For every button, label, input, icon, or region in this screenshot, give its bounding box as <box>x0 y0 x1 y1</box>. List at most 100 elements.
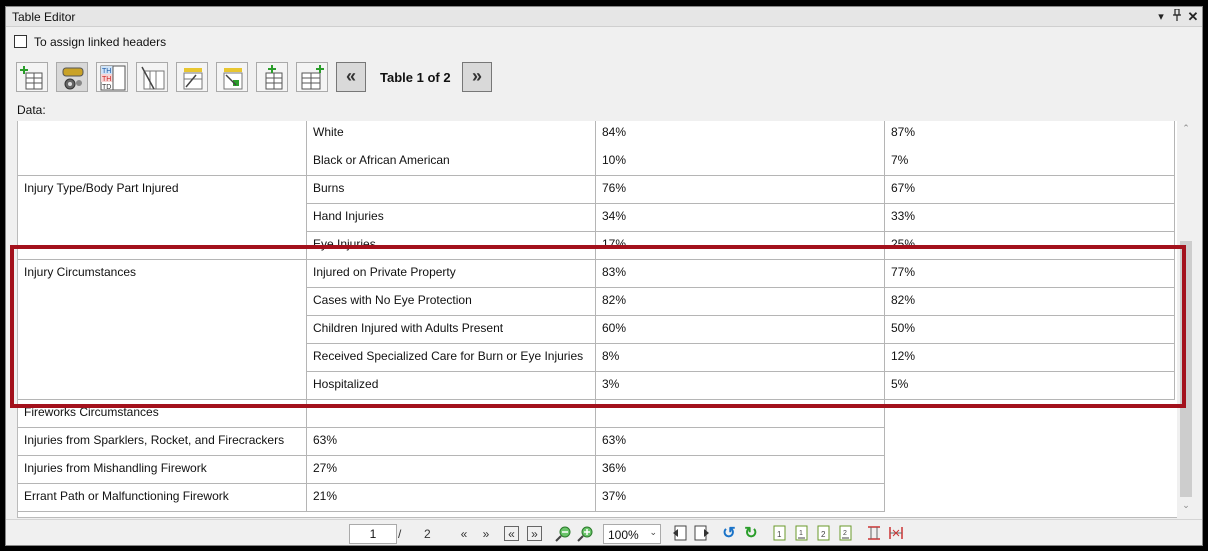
title-bar: Table Editor ▾ ✕ <box>6 7 1202 27</box>
split-vertical-icon[interactable] <box>887 525 905 543</box>
table-cell[interactable]: Black or African American <box>307 148 596 176</box>
single-page-icon[interactable]: 1 <box>771 525 789 543</box>
svg-text:TH: TH <box>102 68 111 75</box>
scrollbar-thumb[interactable] <box>1180 241 1192 497</box>
zoom-out-icon[interactable] <box>555 525 573 543</box>
pin-icon[interactable] <box>1169 8 1185 25</box>
assign-linked-headers-checkbox[interactable] <box>14 35 27 48</box>
last-page-icon[interactable]: » <box>527 526 542 541</box>
header-row-icon <box>183 68 203 90</box>
table-cell[interactable]: Hand Injuries <box>307 204 596 232</box>
table-cell[interactable]: Injuries from Sparklers, Rocket, and Fir… <box>18 428 307 456</box>
table-cell[interactable]: Injury Type/Body Part Injured <box>18 176 307 260</box>
table-cell[interactable]: 67% <box>885 176 1175 204</box>
fit-page-left-icon[interactable] <box>671 525 689 543</box>
table-cell[interactable]: Children Injured with Adults Present <box>307 316 596 344</box>
table-cell[interactable]: 76% <box>596 176 885 204</box>
two-page-icon[interactable]: 2 <box>815 525 833 543</box>
next-page-icon[interactable]: » <box>477 525 495 543</box>
table-cell[interactable]: 50% <box>885 316 1175 344</box>
header-column-icon <box>223 68 243 90</box>
table-cell[interactable]: 87% <box>885 121 1175 149</box>
table-cell[interactable]: White <box>307 121 596 149</box>
table-cell[interactable] <box>18 121 307 176</box>
table-editor-window: Table Editor ▾ ✕ To assign linked header… <box>5 6 1203 546</box>
table-cell[interactable]: 5% <box>885 372 1175 400</box>
table-cell[interactable]: 63% <box>596 428 885 456</box>
table-cell[interactable]: 17% <box>596 232 885 260</box>
table-cell[interactable]: 63% <box>307 428 596 456</box>
header-column-button[interactable] <box>216 62 248 92</box>
table-cell[interactable]: Injuries from Mishandling Firework <box>18 456 307 484</box>
rotate-right-icon[interactable]: ↻ <box>742 525 760 543</box>
chevron-down-icon: ⌄ <box>649 527 657 537</box>
table-cell[interactable]: 37% <box>596 484 885 512</box>
split-horizontal-icon[interactable] <box>865 525 883 543</box>
svg-text:TD: TD <box>102 84 111 91</box>
table-cell[interactable]: 33% <box>885 204 1175 232</box>
add-column-button[interactable] <box>256 62 288 92</box>
data-label: Data: <box>17 103 46 117</box>
table-cell[interactable]: 60% <box>596 316 885 344</box>
table-cell[interactable]: 82% <box>885 288 1175 316</box>
page-number-input[interactable]: 1 <box>349 524 397 544</box>
pager-bar: 1 / 2 « » « » 100% ⌄ ↺ ↻ 1 1 2 2 <box>6 519 1202 545</box>
table-cell[interactable]: 3% <box>596 372 885 400</box>
close-icon[interactable]: ✕ <box>1185 9 1201 25</box>
two-page-continuous-icon[interactable]: 2 <box>837 525 855 543</box>
table-cell[interactable]: Cases with No Eye Protection <box>307 288 596 316</box>
scroll-up-icon[interactable]: ⌃ <box>1179 123 1193 134</box>
link-settings-button[interactable] <box>56 62 88 92</box>
svg-text:1: 1 <box>777 530 782 539</box>
total-pages: 2 <box>424 527 431 541</box>
table-cell[interactable]: 7% <box>885 148 1175 176</box>
table-cell[interactable]: 25% <box>885 232 1175 260</box>
next-table-button[interactable]: » <box>462 62 492 92</box>
table-cell[interactable]: Fireworks Circumstances <box>18 400 307 428</box>
insert-table-button[interactable] <box>16 62 48 92</box>
table-grid[interactable]: White 84% 87% Black or African American 10% 7… <box>17 121 1177 518</box>
table-cell[interactable] <box>307 400 596 428</box>
svg-text:2: 2 <box>821 530 826 539</box>
table-cell[interactable]: 83% <box>596 260 885 288</box>
table-cell[interactable]: 77% <box>885 260 1175 288</box>
chevron-down-icon[interactable]: ▾ <box>1153 9 1169 25</box>
table-cell[interactable]: 12% <box>885 344 1175 372</box>
table-cell[interactable]: 27% <box>307 456 596 484</box>
first-page-icon[interactable]: « <box>504 526 519 541</box>
zoom-select[interactable]: 100% ⌄ <box>603 524 661 544</box>
table-cell[interactable]: Hospitalized <box>307 372 596 400</box>
table-cell[interactable]: Injured on Private Property <box>307 260 596 288</box>
scroll-down-icon[interactable]: ⌄ <box>1179 500 1193 511</box>
table-cell[interactable]: Eye Injuries <box>307 232 596 260</box>
add-table-icon <box>301 65 324 90</box>
table-cell[interactable]: 21% <box>307 484 596 512</box>
table-cell[interactable]: Received Specialized Care for Burn or Ey… <box>307 344 596 372</box>
previous-page-icon[interactable]: « <box>455 525 473 543</box>
table-cell[interactable]: 84% <box>596 121 885 149</box>
fit-page-right-icon[interactable] <box>693 525 711 543</box>
assign-linked-headers-label: To assign linked headers <box>34 35 167 49</box>
th-td-icon: THTHTD <box>100 65 126 91</box>
table-cell[interactable]: Errant Path or Malfunctioning Firework <box>18 484 307 512</box>
rotate-left-icon[interactable]: ↺ <box>720 525 738 543</box>
table-cell[interactable]: 34% <box>596 204 885 232</box>
add-table-button[interactable] <box>296 62 328 92</box>
previous-table-button[interactable]: « <box>336 62 366 92</box>
table-cell[interactable]: Injury Circumstances <box>18 260 307 400</box>
page-separator: / <box>398 527 402 541</box>
window-title: Table Editor <box>12 10 76 24</box>
insert-table-icon <box>20 66 43 90</box>
table-cell[interactable]: 10% <box>596 148 885 176</box>
header-row-button[interactable] <box>176 62 208 92</box>
table-cell[interactable] <box>596 400 885 428</box>
table-cell[interactable]: 82% <box>596 288 885 316</box>
continuous-page-icon[interactable]: 1 <box>793 525 811 543</box>
th-td-button[interactable]: TH TH TD <box>96 62 128 92</box>
column-lines-button[interactable] <box>136 62 168 92</box>
table-cell[interactable]: 8% <box>596 344 885 372</box>
vertical-scrollbar[interactable]: ⌃ ⌄ <box>1179 121 1193 518</box>
table-cell[interactable]: Burns <box>307 176 596 204</box>
table-cell[interactable]: 36% <box>596 456 885 484</box>
zoom-in-icon[interactable] <box>577 525 595 543</box>
